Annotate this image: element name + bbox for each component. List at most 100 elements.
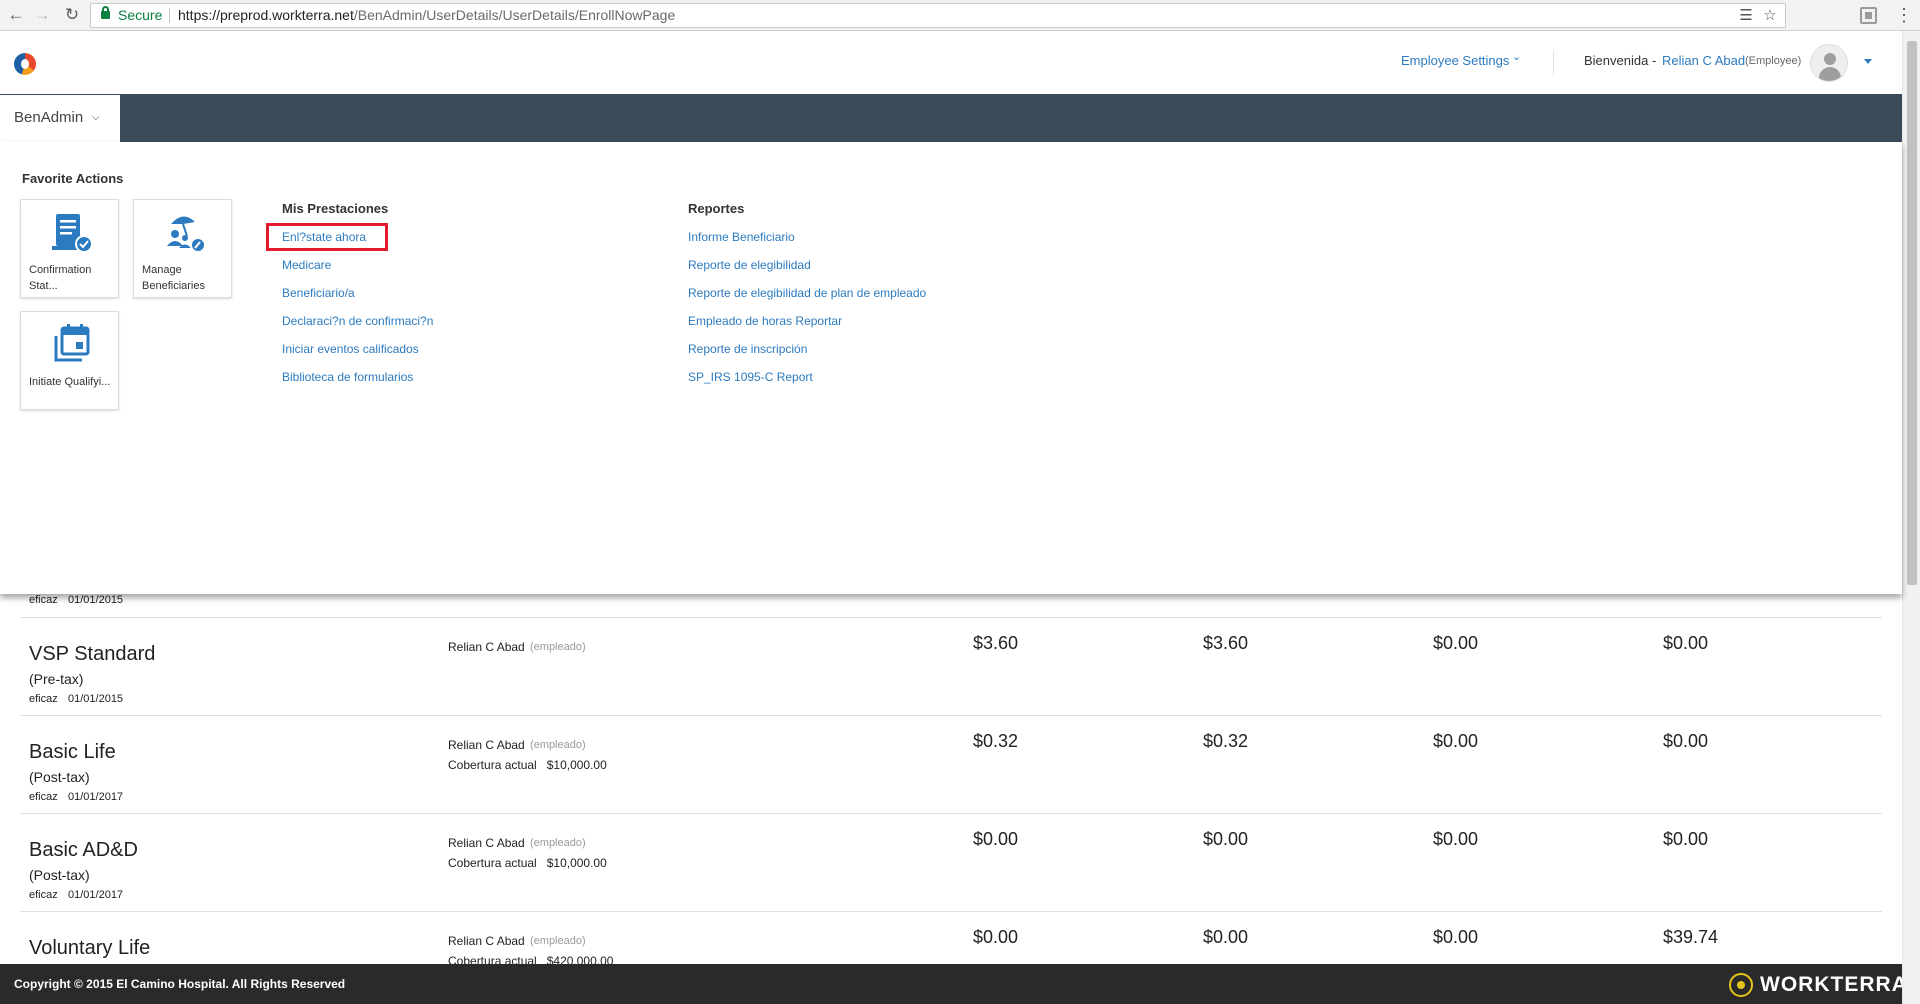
- link-beneficiary[interactable]: Beneficiario/a: [282, 286, 355, 300]
- amount-cell: $0.00: [1203, 927, 1249, 947]
- effective-date: 01/01/2015: [68, 693, 124, 705]
- effective-label: eficaz: [29, 693, 58, 705]
- link-employee-hours-report[interactable]: Empleado de horas Reportar: [688, 314, 842, 328]
- address-bar[interactable]: Secure https://preprod.workterra.net/Ben…: [90, 3, 1786, 28]
- favorite-tile-initiate-qualifying[interactable]: Initiate Qualifyi...: [20, 311, 119, 410]
- plan-name: Basic Life: [29, 741, 116, 763]
- amount-cell: $0.00: [1433, 927, 1479, 947]
- favorite-tile-beneficiaries[interactable]: Manage Beneficiaries: [133, 199, 232, 298]
- user-role: (Employee): [1745, 55, 1802, 67]
- covered-person: Relian C Abad: [448, 738, 525, 752]
- amount-cell: $0.00: [1433, 633, 1479, 653]
- link-eligibility-report[interactable]: Reporte de elegibilidad: [688, 258, 811, 272]
- link-forms-library[interactable]: Biblioteca de formularios: [282, 370, 413, 384]
- benefit-row: Voluntary Life Relian C Abad (empleado) …: [20, 911, 1882, 964]
- tile-label: Initiate Qualifyi...: [29, 376, 111, 388]
- amount-cell: $39.74: [1663, 927, 1719, 947]
- partial-row-eff-label: eficaz: [29, 594, 58, 606]
- amount-cell: $0.32: [973, 731, 1019, 751]
- benefit-row: Basic Life (Post-tax) eficaz 01/01/2017 …: [20, 715, 1882, 813]
- page-scrollbar[interactable]: [1902, 31, 1920, 1004]
- secure-label: Secure: [118, 7, 163, 23]
- welcome-text: Bienvenida -: [1584, 53, 1657, 68]
- amount-cell: $3.60: [1203, 633, 1249, 653]
- caret-down-icon[interactable]: [1864, 59, 1872, 64]
- bookmark-star-icon[interactable]: ☆: [1761, 7, 1779, 24]
- benefit-row: Basic AD&D (Post-tax) eficaz 01/01/2017 …: [20, 813, 1882, 911]
- plan-name: Basic AD&D: [29, 839, 138, 861]
- benefits-list: eficaz 01/01/2015 VSP Standard (Pre-tax)…: [0, 594, 1902, 964]
- amount-cell: $0.00: [1663, 829, 1709, 849]
- avatar[interactable]: [1810, 44, 1848, 82]
- browser-toolbar: ← → ↻ Secure https://preprod.workterra.n…: [0, 0, 1920, 31]
- link-qualifying-events[interactable]: Iniciar eventos calificados: [282, 342, 419, 356]
- amount-cell: $3.60: [973, 633, 1019, 653]
- lock-icon: [101, 6, 110, 19]
- url-separator: [169, 8, 170, 23]
- main-nav-bar: BenAdmin ⌵: [0, 94, 1902, 142]
- benadmin-menu-tab[interactable]: BenAdmin ⌵: [0, 95, 120, 142]
- reportes-title: Reportes: [688, 201, 745, 216]
- favorite-actions-title: Favorite Actions: [22, 171, 124, 186]
- amount-cell: $0.00: [973, 927, 1019, 947]
- link-employee-plan-eligibility-report[interactable]: Reporte de elegibilidad de plan de emple…: [688, 286, 926, 300]
- tax-type: (Post-tax): [29, 867, 90, 883]
- benefit-row: VSP Standard (Pre-tax) eficaz 01/01/2015…: [20, 617, 1882, 715]
- effective-date: 01/01/2017: [68, 791, 124, 803]
- covered-person: Relian C Abad: [448, 934, 525, 948]
- header-divider: [1553, 51, 1554, 75]
- amount-cell: $0.00: [973, 829, 1019, 849]
- translate-icon[interactable]: ☰: [1737, 7, 1755, 24]
- app-logo-icon[interactable]: [14, 53, 36, 75]
- tax-type: (Post-tax): [29, 769, 90, 785]
- link-confirmation-statement[interactable]: Declaraci?n de confirmaci?n: [282, 314, 433, 328]
- back-arrow-icon[interactable]: ←: [6, 5, 26, 25]
- amount-cell: $0.00: [1433, 731, 1479, 751]
- reload-icon[interactable]: ↻: [62, 5, 82, 25]
- coverage-amount: Cobertura actual $10,000.00: [448, 856, 607, 870]
- plan-name: Voluntary Life: [29, 937, 151, 959]
- url-path: /BenAdmin/UserDetails/UserDetails/Enroll…: [353, 7, 676, 23]
- effective-label: eficaz: [29, 889, 58, 901]
- coverage-amount: Cobertura actual $10,000.00: [448, 758, 607, 772]
- workterra-logo-icon: [1729, 973, 1753, 997]
- employee-settings-menu[interactable]: Employee Settings: [1401, 53, 1509, 68]
- mis-prestaciones-title: Mis Prestaciones: [282, 201, 389, 216]
- person-role: (empleado): [530, 641, 586, 653]
- amount-cell: $0.00: [1203, 829, 1249, 849]
- workterra-brand: WORKTERRA: [1760, 973, 1908, 996]
- benadmin-label: BenAdmin: [14, 109, 84, 126]
- link-enrollment-report[interactable]: Reporte de inscripción: [688, 342, 807, 356]
- page-footer: Copyright © 2015 El Camino Hospital. All…: [0, 964, 1907, 1004]
- chevron-down-icon[interactable]: ⌄: [1512, 50, 1521, 63]
- effective-date: 01/01/2017: [68, 889, 124, 901]
- person-role: (empleado): [530, 935, 586, 947]
- effective-label: eficaz: [29, 791, 58, 803]
- amount-cell: $0.00: [1663, 731, 1709, 751]
- scrollbar-thumb[interactable]: [1907, 41, 1917, 585]
- covered-person: Relian C Abad: [448, 640, 525, 654]
- link-beneficiary-report[interactable]: Informe Beneficiario: [688, 230, 795, 244]
- calendar-icon: [54, 324, 90, 362]
- plan-name: VSP Standard: [29, 643, 156, 665]
- copyright-text: Copyright © 2015 El Camino Hospital. All…: [14, 977, 346, 991]
- amount-cell: $0.00: [1433, 829, 1479, 849]
- app-header: Employee Settings ⌄ Bienvenida - Relian …: [0, 31, 1902, 94]
- link-medicare[interactable]: Medicare: [282, 258, 331, 272]
- browser-menu-icon[interactable]: ⋮: [1894, 4, 1914, 26]
- covered-person: Relian C Abad: [448, 836, 525, 850]
- url-text: https://preprod.workterra.net/BenAdmin/U…: [178, 4, 675, 27]
- user-name-link[interactable]: Relian C Abad: [1662, 53, 1745, 68]
- chevron-down-icon: ⌵: [92, 112, 100, 123]
- person-role: (empleado): [530, 739, 586, 751]
- beneficiaries-icon: [167, 216, 206, 253]
- link-irs-1095c-report[interactable]: SP_IRS 1095-C Report: [688, 370, 813, 384]
- tile-label: Manage Beneficiaries: [142, 264, 205, 292]
- tax-type: (Pre-tax): [29, 671, 84, 687]
- forward-arrow-icon[interactable]: →: [32, 5, 52, 25]
- amount-cell: $0.00: [1663, 633, 1709, 653]
- extension-icon[interactable]: [1860, 7, 1877, 24]
- favorite-tile-confirmation[interactable]: Confirmation Stat...: [20, 199, 119, 298]
- confirmation-document-icon: [52, 214, 93, 253]
- partial-row-eff-date: 01/01/2015: [68, 594, 124, 606]
